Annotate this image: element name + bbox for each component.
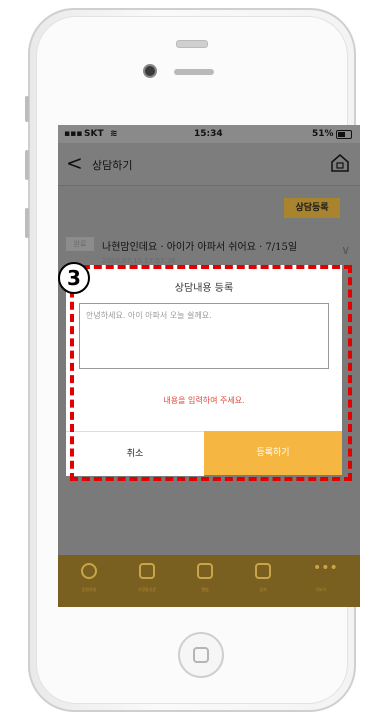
tab-newsletter[interactable]: 가정통신문 [118, 563, 176, 603]
wifi-icon: ≋ [110, 129, 118, 139]
carrier-label: SKT [84, 129, 104, 139]
home-icon[interactable] [330, 153, 350, 173]
document-icon [139, 563, 155, 579]
status-badge: 완료 [66, 237, 94, 251]
list-item-date: 2020.07.15 17:57:36 [102, 257, 176, 265]
volume-down-button [25, 208, 29, 238]
front-camera [143, 64, 157, 78]
page-title: 상담하기 [92, 159, 133, 172]
home-button[interactable] [178, 632, 224, 678]
list-item-title: 나현맘인데요 · 아이가 아파서 쉬어요 · 7/15일 [102, 242, 298, 253]
tab-label: 더보기 [315, 587, 327, 592]
clock-time: 15:34 [194, 129, 223, 139]
tab-label: 공지 [259, 587, 267, 592]
volume-up-button [25, 150, 29, 180]
more-icon: ••• [313, 560, 338, 576]
battery-icon [336, 130, 352, 139]
tab-label: 앨범 [201, 587, 209, 592]
annotation-step-number: 3 [58, 262, 90, 294]
chevron-down-icon[interactable]: ∨ [341, 243, 350, 257]
photo-icon [197, 563, 213, 579]
tab-bar: 등원하원 가정통신문 앨범 공지 ••• 더보기 [58, 555, 360, 607]
consult-register-button[interactable]: 상담등록 [284, 198, 340, 218]
mute-switch [25, 96, 29, 122]
tab-label: 등원하원 [81, 587, 97, 592]
tab-notice[interactable]: 공지 [234, 563, 292, 603]
tab-album[interactable]: 앨범 [176, 563, 234, 603]
speaker-slot [176, 40, 208, 48]
tab-attendance[interactable]: 등원하원 [60, 563, 118, 603]
annotation-highlight-box [70, 265, 352, 481]
battery-percent: 51% [312, 129, 334, 139]
signal-icon: ▪▪▪ [64, 129, 83, 139]
tab-label: 가정통신문 [137, 587, 157, 592]
earpiece [174, 69, 214, 75]
app-header: < 상담하기 [58, 143, 360, 186]
notice-icon [255, 563, 271, 579]
status-bar: ▪▪▪ SKT ≋ 15:34 51% [58, 125, 360, 143]
tab-more[interactable]: ••• 더보기 [292, 560, 350, 603]
back-arrow-icon[interactable]: < [66, 153, 83, 173]
clock-icon [81, 563, 97, 579]
home-square-icon [193, 647, 209, 663]
